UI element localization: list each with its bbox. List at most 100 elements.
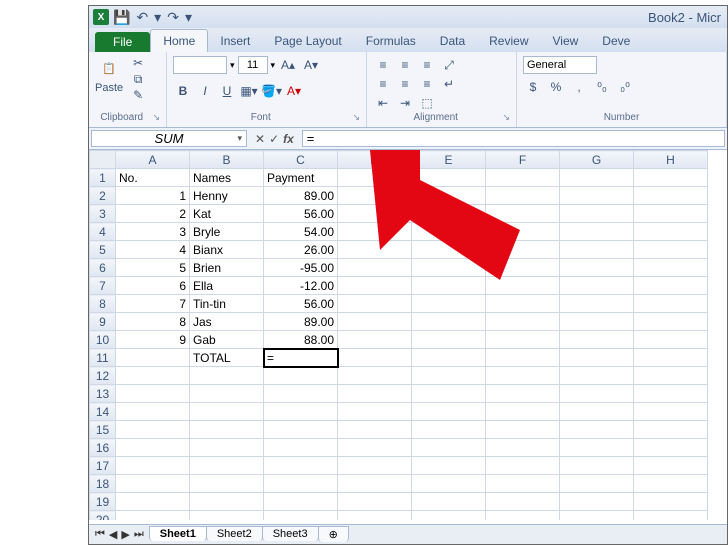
new-sheet-icon[interactable]: ⊕ [318, 526, 349, 542]
name-box[interactable]: SUM [91, 130, 247, 147]
cell-F3[interactable] [486, 205, 560, 223]
paste-button[interactable]: 📋 Paste [95, 56, 123, 94]
cell-E1[interactable] [412, 169, 486, 187]
shrink-font-icon[interactable]: A▾ [301, 56, 321, 74]
cell-D15[interactable] [338, 421, 412, 439]
cell-G1[interactable] [560, 169, 634, 187]
cell-C6[interactable]: -95.00 [264, 259, 338, 277]
cell-D6[interactable] [338, 259, 412, 277]
cell-F16[interactable] [486, 439, 560, 457]
cell-G4[interactable] [560, 223, 634, 241]
cell-D17[interactable] [338, 457, 412, 475]
percent-icon[interactable]: % [546, 78, 566, 96]
sheet-nav-last-icon[interactable]: ⏭ [134, 528, 144, 541]
cell-A20[interactable] [116, 511, 190, 521]
cell-H5[interactable] [634, 241, 708, 259]
cell-G11[interactable] [560, 349, 634, 367]
cell-C5[interactable]: 26.00 [264, 241, 338, 259]
cell-G19[interactable] [560, 493, 634, 511]
cell-E10[interactable] [412, 331, 486, 349]
align-right-icon[interactable]: ≡ [417, 75, 437, 93]
cell-A11[interactable] [116, 349, 190, 367]
cell-F18[interactable] [486, 475, 560, 493]
cell-B12[interactable] [190, 367, 264, 385]
cell-A12[interactable] [116, 367, 190, 385]
cell-E15[interactable] [412, 421, 486, 439]
cell-G12[interactable] [560, 367, 634, 385]
cell-B18[interactable] [190, 475, 264, 493]
cell-B17[interactable] [190, 457, 264, 475]
cell-A1[interactable]: No. [116, 169, 190, 187]
cell-E12[interactable] [412, 367, 486, 385]
tab-formulas[interactable]: Formulas [354, 30, 428, 52]
cell-G18[interactable] [560, 475, 634, 493]
row-header-9[interactable]: 9 [90, 313, 116, 331]
cell-E17[interactable] [412, 457, 486, 475]
undo-icon[interactable]: ↶ [136, 9, 148, 26]
cell-A3[interactable]: 2 [116, 205, 190, 223]
cell-F15[interactable] [486, 421, 560, 439]
cell-F11[interactable] [486, 349, 560, 367]
cell-A4[interactable]: 3 [116, 223, 190, 241]
cell-E2[interactable] [412, 187, 486, 205]
cell-B3[interactable]: Kat [190, 205, 264, 223]
cell-D12[interactable] [338, 367, 412, 385]
cell-G20[interactable] [560, 511, 634, 521]
cell-B4[interactable]: Bryle [190, 223, 264, 241]
font-size-input[interactable] [238, 56, 268, 74]
col-header-F[interactable]: F [486, 151, 560, 169]
cell-B20[interactable] [190, 511, 264, 521]
inc-decimal-icon[interactable]: ⁰₀ [592, 78, 612, 96]
cell-E8[interactable] [412, 295, 486, 313]
cell-C13[interactable] [264, 385, 338, 403]
cell-B9[interactable]: Jas [190, 313, 264, 331]
cell-A15[interactable] [116, 421, 190, 439]
col-header-D[interactable]: D [338, 151, 412, 169]
row-header-8[interactable]: 8 [90, 295, 116, 313]
col-header-H[interactable]: H [634, 151, 708, 169]
cell-D1[interactable] [338, 169, 412, 187]
save-icon[interactable]: 💾 [113, 9, 130, 26]
cell-B10[interactable]: Gab [190, 331, 264, 349]
align-bottom-icon[interactable]: ≡ [417, 56, 437, 74]
cell-H1[interactable] [634, 169, 708, 187]
cell-B5[interactable]: Bianx [190, 241, 264, 259]
cell-F4[interactable] [486, 223, 560, 241]
cell-C3[interactable]: 56.00 [264, 205, 338, 223]
col-header-C[interactable]: C [264, 151, 338, 169]
dec-indent-icon[interactable]: ⇤ [373, 94, 393, 112]
cell-E6[interactable] [412, 259, 486, 277]
cell-D11[interactable] [338, 349, 412, 367]
cell-G15[interactable] [560, 421, 634, 439]
cell-A9[interactable]: 8 [116, 313, 190, 331]
row-header-10[interactable]: 10 [90, 331, 116, 349]
cell-E7[interactable] [412, 277, 486, 295]
sheet-tab-2[interactable]: Sheet2 [206, 526, 263, 541]
formula-input[interactable]: = [302, 130, 725, 147]
row-header-16[interactable]: 16 [90, 439, 116, 457]
border-icon[interactable]: ▦▾ [239, 82, 259, 100]
cell-G14[interactable] [560, 403, 634, 421]
cell-H12[interactable] [634, 367, 708, 385]
cell-B11[interactable]: TOTAL [190, 349, 264, 367]
cell-H9[interactable] [634, 313, 708, 331]
cell-H20[interactable] [634, 511, 708, 521]
sheet-nav-prev-icon[interactable]: ◀ [109, 528, 117, 541]
qat-dd-icon[interactable]: ▾ [154, 9, 161, 26]
cell-D3[interactable] [338, 205, 412, 223]
cell-C14[interactable] [264, 403, 338, 421]
cell-H3[interactable] [634, 205, 708, 223]
cancel-icon[interactable]: ✕ [255, 132, 265, 146]
cell-E16[interactable] [412, 439, 486, 457]
cell-G9[interactable] [560, 313, 634, 331]
cell-G10[interactable] [560, 331, 634, 349]
cell-F8[interactable] [486, 295, 560, 313]
cell-H2[interactable] [634, 187, 708, 205]
row-header-12[interactable]: 12 [90, 367, 116, 385]
cell-E4[interactable] [412, 223, 486, 241]
cell-C20[interactable] [264, 511, 338, 521]
cell-F17[interactable] [486, 457, 560, 475]
align-middle-icon[interactable]: ≡ [395, 56, 415, 74]
cell-C19[interactable] [264, 493, 338, 511]
cell-E20[interactable] [412, 511, 486, 521]
